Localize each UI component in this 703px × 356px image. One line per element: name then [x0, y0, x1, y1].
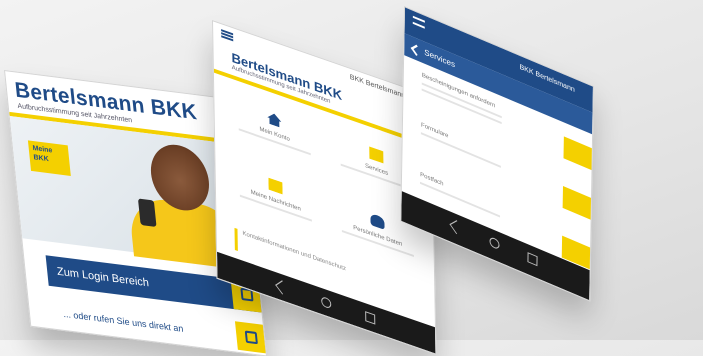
envelope-icon: [268, 178, 282, 195]
menu-icon[interactable]: [221, 29, 234, 42]
home-nav-icon[interactable]: [321, 295, 332, 310]
home-nav-icon[interactable]: [489, 236, 500, 251]
smartphone-illustration: [137, 198, 157, 227]
house-icon: [267, 111, 281, 128]
user-icon: [370, 212, 385, 230]
login-button-label: Zum Login Bereich: [56, 265, 150, 290]
document-icon: [369, 146, 384, 164]
menu-icon[interactable]: [412, 15, 425, 29]
phone-icon: [244, 330, 258, 345]
recents-nav-icon[interactable]: [365, 311, 376, 325]
call-tab: [234, 321, 268, 354]
call-button-label: ... oder rufen Sie uns direkt an: [62, 308, 184, 334]
back-nav-icon[interactable]: [275, 280, 290, 295]
back-arrow-icon[interactable]: [410, 44, 422, 56]
back-nav-icon[interactable]: [449, 220, 464, 235]
meine-bkk-badge[interactable]: Meine BKK: [27, 140, 71, 176]
recents-nav-icon[interactable]: [527, 252, 538, 267]
